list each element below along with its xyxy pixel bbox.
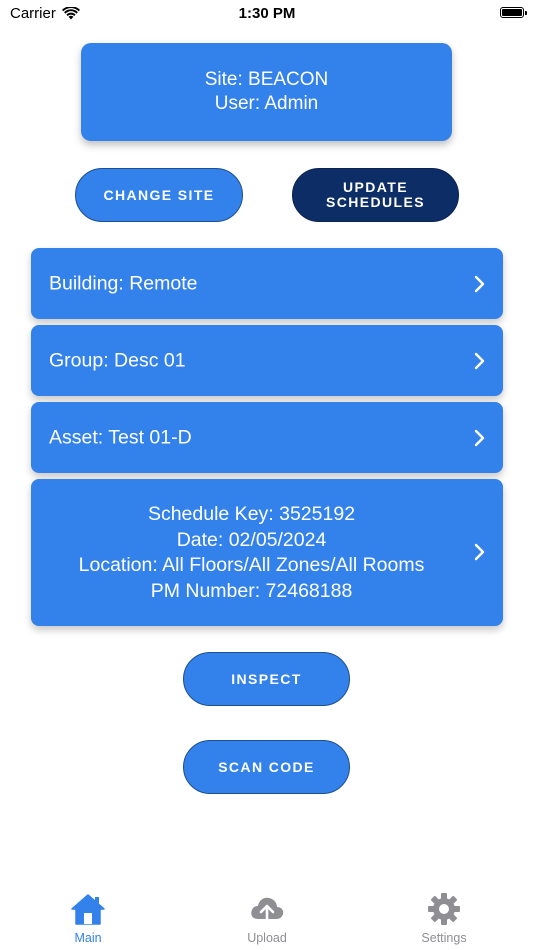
group-row[interactable]: Group: Desc 01	[31, 325, 503, 396]
tab-upload-label: Upload	[247, 931, 287, 945]
chevron-right-icon	[474, 543, 485, 561]
update-schedules-button[interactable]: UPDATE SCHEDULES	[292, 168, 459, 222]
tab-main-label: Main	[74, 931, 102, 945]
tab-settings-label: Settings	[421, 931, 467, 945]
schedule-details: Schedule Key: 3525192 Date: 02/05/2024 L…	[49, 502, 454, 604]
user-label: User: Admin	[214, 93, 319, 114]
site-label: Site: BEACON	[204, 69, 329, 90]
scan-code-button[interactable]: SCAN CODE	[183, 740, 350, 794]
schedule-date-label: Date: 02/05/2024	[176, 528, 327, 551]
chevron-right-icon	[474, 352, 485, 369]
schedule-row[interactable]: Schedule Key: 3525192 Date: 02/05/2024 L…	[31, 479, 503, 626]
tab-upload[interactable]: Upload	[207, 892, 327, 945]
scan-code-label: SCAN CODE	[218, 758, 315, 775]
tab-bar: Main Upload Settings	[0, 880, 534, 950]
change-site-button[interactable]: CHANGE SITE	[75, 168, 243, 222]
inspect-button[interactable]: INSPECT	[183, 652, 350, 706]
tab-main[interactable]: Main	[28, 892, 148, 945]
status-time: 1:30 PM	[238, 5, 296, 22]
gear-icon	[428, 893, 460, 925]
building-row[interactable]: Building: Remote	[31, 248, 503, 319]
home-icon	[71, 894, 105, 925]
update-schedules-label-line2: SCHEDULES	[326, 194, 425, 210]
inspect-label: INSPECT	[231, 670, 302, 687]
chevron-right-icon	[474, 429, 485, 446]
tab-settings[interactable]: Settings	[384, 892, 504, 945]
building-label: Building: Remote	[49, 272, 198, 294]
cloud-upload-icon	[251, 897, 284, 925]
battery-icon	[500, 7, 527, 18]
pm-number-label: PM Number: 72468188	[150, 579, 353, 602]
status-bar: Carrier 1:30 PM	[0, 0, 534, 28]
schedule-key-label: Schedule Key: 3525192	[147, 503, 356, 525]
schedule-location-label: Location: All Floors/All Zones/All Rooms	[78, 554, 425, 576]
asset-label: Asset: Test 01-D	[49, 426, 192, 448]
asset-row[interactable]: Asset: Test 01-D	[31, 402, 503, 473]
main-screen: Carrier 1:30 PM Site: BEACON User: Admin…	[0, 0, 534, 950]
group-label: Group: Desc 01	[49, 349, 186, 371]
change-site-label: CHANGE SITE	[103, 186, 215, 203]
update-schedules-label-line1: UPDATE	[343, 179, 408, 195]
site-user-card: Site: BEACON User: Admin	[81, 43, 452, 141]
chevron-right-icon	[474, 275, 485, 292]
